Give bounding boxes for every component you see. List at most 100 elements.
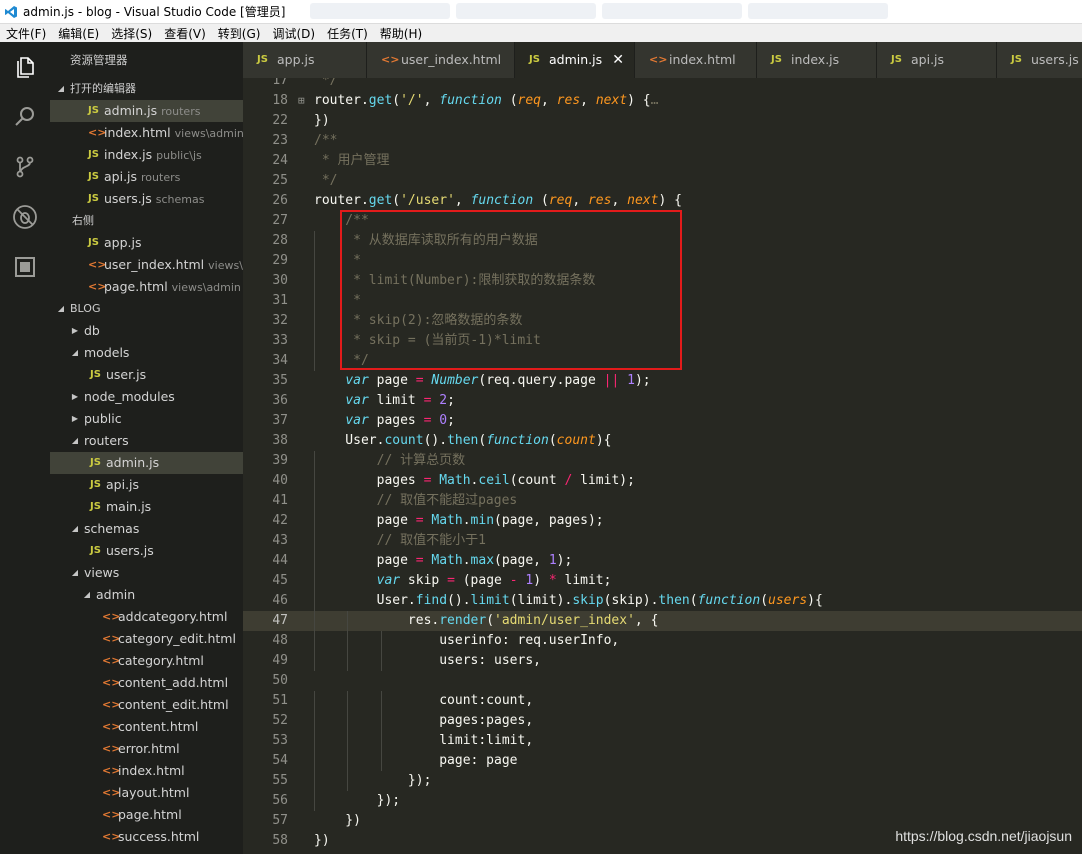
code-line[interactable]: 44 page = Math.max(page, 1); bbox=[243, 551, 1082, 571]
html-file-icon: <> bbox=[102, 742, 121, 755]
folder-item[interactable]: ◢ schemas bbox=[50, 518, 243, 540]
file-item[interactable]: JS users.js bbox=[50, 540, 243, 562]
source-control-icon[interactable] bbox=[10, 152, 40, 182]
menu-item[interactable]: 文件(F) bbox=[0, 25, 52, 42]
code-line[interactable]: 51 count:count, bbox=[243, 691, 1082, 711]
file-name: category.html bbox=[118, 653, 204, 668]
code-line[interactable]: 47 res.render('admin/user_index', { bbox=[243, 611, 1082, 631]
tab-index-html[interactable]: <> index.html bbox=[635, 42, 757, 78]
menu-item[interactable]: 编辑(E) bbox=[52, 25, 105, 42]
code-line[interactable]: 23 /** bbox=[243, 131, 1082, 151]
line-number: 47 bbox=[272, 613, 288, 628]
file-name: page.html bbox=[104, 279, 168, 294]
file-item[interactable]: JS user.js bbox=[50, 364, 243, 386]
open-editor-item[interactable]: JS admin.js routers bbox=[50, 100, 243, 122]
code-line[interactable]: 55 }); bbox=[243, 771, 1082, 791]
menu-item[interactable]: 查看(V) bbox=[158, 25, 212, 42]
file-item[interactable]: <>layout.html bbox=[50, 782, 243, 804]
code-line[interactable]: 22}) bbox=[243, 111, 1082, 131]
open-editor-item[interactable]: JS app.js bbox=[50, 232, 243, 254]
folder-item[interactable]: ◢ admin bbox=[50, 584, 243, 606]
file-item[interactable]: JS api.js bbox=[50, 474, 243, 496]
workspace-section[interactable]: ◢ BLOG bbox=[50, 298, 243, 320]
code-line[interactable]: 50 bbox=[243, 671, 1082, 691]
file-name: routers bbox=[84, 433, 129, 448]
extensions-icon[interactable] bbox=[10, 252, 40, 282]
html-file-icon: <> bbox=[102, 764, 121, 777]
close-icon[interactable]: ✕ bbox=[612, 42, 624, 78]
open-editor-item[interactable]: <>page.html views\admin bbox=[50, 276, 243, 298]
file-item[interactable]: <>success.html bbox=[50, 826, 243, 848]
line-number: 31 bbox=[272, 293, 288, 308]
code-line[interactable]: 43 // 取值不能小于1 bbox=[243, 531, 1082, 551]
search-icon[interactable] bbox=[10, 102, 40, 132]
file-item[interactable]: JS main.js bbox=[50, 496, 243, 518]
file-item[interactable]: <>page.html bbox=[50, 804, 243, 826]
file-item[interactable]: <>content_edit.html bbox=[50, 694, 243, 716]
html-file-icon: <> bbox=[88, 258, 107, 271]
code-line[interactable]: 37 var pages = 0; bbox=[243, 411, 1082, 431]
menu-item[interactable]: 选择(S) bbox=[105, 25, 158, 42]
open-editors-section[interactable]: ◢ 打开的编辑器 bbox=[50, 78, 243, 100]
tab-api-js[interactable]: JS api.js bbox=[877, 42, 997, 78]
menu-item[interactable]: 任务(T) bbox=[321, 25, 374, 42]
tab-app-js[interactable]: JS app.js bbox=[243, 42, 367, 78]
code-line[interactable]: 42 page = Math.min(page, pages); bbox=[243, 511, 1082, 531]
file-name: users.js bbox=[106, 543, 154, 558]
file-item[interactable]: <>index.html bbox=[50, 760, 243, 782]
code-editor[interactable]: 58}) 57 }) 56 }); 55 }); 54 page: page 53 lim… bbox=[243, 78, 1082, 854]
code-line[interactable]: 40 pages = Math.ceil(count / limit); bbox=[243, 471, 1082, 491]
code-line[interactable]: 56 }); bbox=[243, 791, 1082, 811]
folder-item[interactable]: ◢ routers bbox=[50, 430, 243, 452]
folder-item[interactable]: ◢ models bbox=[50, 342, 243, 364]
code-text: userinfo: req.userInfo, bbox=[314, 631, 619, 651]
tab-admin-js[interactable]: JS admin.js ✕ bbox=[515, 42, 635, 78]
menu-item[interactable]: 转到(G) bbox=[212, 25, 267, 42]
chevron-down-icon: ◢ bbox=[57, 84, 65, 93]
tab-user-index-html[interactable]: <> user_index.html bbox=[367, 42, 515, 78]
code-line[interactable]: 35 var page = Number(req.query.page || 1… bbox=[243, 371, 1082, 391]
code-line[interactable]: 53 limit:limit, bbox=[243, 731, 1082, 751]
code-line[interactable]: 45 var skip = (page - 1) * limit; bbox=[243, 571, 1082, 591]
file-item[interactable]: <>error.html bbox=[50, 738, 243, 760]
folder-item[interactable]: ▶ db bbox=[50, 320, 243, 342]
debug-icon[interactable] bbox=[10, 202, 40, 232]
open-editor-item[interactable]: JS api.js routers bbox=[50, 166, 243, 188]
code-line[interactable]: 54 page: page bbox=[243, 751, 1082, 771]
code-line[interactable]: 38 User.count().then(function(count){ bbox=[243, 431, 1082, 451]
open-editor-item[interactable]: JS users.js schemas bbox=[50, 188, 243, 210]
tab-index-js[interactable]: JS index.js bbox=[757, 42, 877, 78]
files-icon[interactable] bbox=[10, 52, 40, 82]
code-line[interactable]: 17 */ bbox=[243, 78, 1082, 91]
file-item[interactable]: <>category.html bbox=[50, 650, 243, 672]
menu-item[interactable]: 帮助(H) bbox=[374, 25, 428, 42]
file-item[interactable]: JS admin.js bbox=[50, 452, 243, 474]
open-editor-item[interactable]: JS index.js public\js bbox=[50, 144, 243, 166]
file-item[interactable]: <>addcategory.html bbox=[50, 606, 243, 628]
folder-item[interactable]: ▶ public bbox=[50, 408, 243, 430]
code-line[interactable]: 18 ⊞ router.get('/', function (req, res, n… bbox=[243, 91, 1082, 111]
html-file-icon: <> bbox=[102, 786, 121, 799]
fold-expand-icon[interactable]: ⊞ bbox=[298, 91, 305, 111]
folder-item[interactable]: ▶ node_modules bbox=[50, 386, 243, 408]
file-item[interactable]: <>category_edit.html bbox=[50, 628, 243, 650]
code-line[interactable]: 25 */ bbox=[243, 171, 1082, 191]
chevron-right-icon: ▶ bbox=[71, 392, 79, 401]
code-line[interactable]: 52 pages:pages, bbox=[243, 711, 1082, 731]
file-item[interactable]: <>content.html bbox=[50, 716, 243, 738]
code-line[interactable]: 24 * 用户管理 bbox=[243, 151, 1082, 171]
folder-item[interactable]: ◢ views bbox=[50, 562, 243, 584]
code-line[interactable]: 48 userinfo: req.userInfo, bbox=[243, 631, 1082, 651]
open-editor-item[interactable]: <>index.html views\admin bbox=[50, 122, 243, 144]
code-line[interactable]: 26 router.get('/user', function (req, res… bbox=[243, 191, 1082, 211]
code-line[interactable]: 39 // 计算总页数 bbox=[243, 451, 1082, 471]
code-line[interactable]: 49 users: users, bbox=[243, 651, 1082, 671]
open-editor-item[interactable]: <>user_index.htmlviews\... bbox=[50, 254, 243, 276]
menu-item[interactable]: 调试(D) bbox=[266, 25, 321, 42]
code-line[interactable]: 41 // 取值不能超过pages bbox=[243, 491, 1082, 511]
file-item[interactable]: <>content_add.html bbox=[50, 672, 243, 694]
code-line[interactable]: 46 User.find().limit(limit).skip(skip).t… bbox=[243, 591, 1082, 611]
code-line[interactable]: 36 var limit = 2; bbox=[243, 391, 1082, 411]
tab-users-js[interactable]: JS users.js bbox=[997, 42, 1082, 78]
file-name: app.js bbox=[104, 235, 142, 250]
